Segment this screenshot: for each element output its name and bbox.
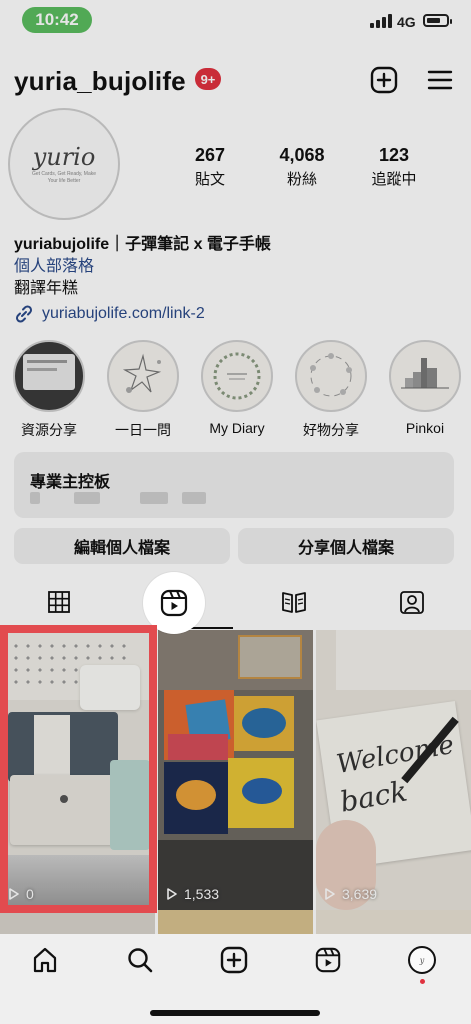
bio-link-text: yuriabujolife.com/link-2 [42, 305, 205, 322]
highlight-label: Pinkoi [405, 420, 445, 436]
reel-views-count: 3,639 [342, 886, 378, 902]
home-indicator[interactable] [150, 1010, 320, 1016]
bio-name: yuriabujolife｜子彈筆記 x 電子手帳 [14, 236, 271, 253]
create-post-icon[interactable] [368, 64, 400, 96]
reel-thumbnail[interactable] [316, 910, 471, 934]
profile-username[interactable]: yuria_bujolife [14, 66, 186, 97]
create-icon [220, 946, 248, 974]
nav-search[interactable] [120, 944, 160, 976]
highlight-pinkoi[interactable]: Pinkoi [385, 340, 465, 436]
profile-avatar[interactable]: yurio Get Cards, Get Ready, Make Your li… [8, 108, 120, 220]
dashboard-blurred-text [30, 492, 40, 504]
grid-icon [47, 591, 70, 613]
home-icon [33, 947, 57, 973]
tab-guides[interactable] [235, 576, 352, 628]
highlight-daily-question[interactable]: 一日一問 [103, 340, 183, 440]
highlight-cover [107, 340, 179, 412]
avatar-logo: yurio [32, 143, 96, 171]
highlight-my-diary[interactable]: My Diary [197, 340, 277, 436]
bio-category: 個人部落格 [14, 258, 95, 275]
dashboard-blurred-text [182, 492, 206, 504]
highlighted-reel-frame [0, 625, 157, 913]
bio-link[interactable]: yuriabujolife.com/link-2 [14, 304, 205, 324]
reels-icon [160, 589, 188, 617]
highlight-good-items[interactable]: 好物分享 [291, 340, 371, 440]
dashboard-blurred-text [140, 492, 168, 504]
tab-posts-grid[interactable] [0, 576, 117, 628]
link-icon [15, 305, 33, 323]
reel-thumbnail[interactable] [0, 910, 155, 934]
highlight-resources[interactable]: 資源分享 [9, 340, 89, 440]
profile-avatar-small: y [408, 946, 436, 974]
bio-text: 翻譯年糕 [14, 280, 79, 297]
highlight-label: 好物分享 [303, 422, 359, 438]
signal-icon [370, 14, 394, 28]
profile-notification-dot [420, 979, 425, 984]
avatar-tagline: Get Cards, Get Ready, Make Your life Bet… [31, 171, 97, 184]
reel-views-count: 1,533 [184, 886, 220, 902]
share-profile-button[interactable]: 分享個人檔案 [238, 528, 454, 564]
dashboard-title: 專業主控板 [30, 474, 111, 491]
stat-followers-value: 4,068 [279, 145, 325, 165]
stat-followers-label: 粉絲 [286, 171, 317, 188]
professional-dashboard[interactable]: 專業主控板 [14, 452, 454, 518]
play-icon [325, 888, 335, 900]
reels-icon [315, 947, 341, 973]
reel-views: 1,533 [166, 886, 219, 902]
dashboard-blurred-text [74, 492, 100, 504]
tagged-icon [399, 591, 424, 614]
nav-home[interactable] [25, 944, 65, 976]
stat-following-label: 追蹤中 [371, 171, 417, 188]
highlight-cover [389, 340, 461, 412]
nav-create[interactable] [214, 944, 254, 976]
highlight-label: 一日一問 [115, 422, 171, 438]
play-icon [167, 888, 177, 900]
stat-following-value: 123 [378, 145, 410, 165]
highlight-cover [295, 340, 367, 412]
stat-posts[interactable]: 267 貼文 [160, 145, 260, 189]
battery-icon [423, 14, 452, 27]
tab-tagged[interactable] [353, 576, 470, 628]
highlight-cover [201, 340, 273, 412]
reel-views: 3,639 [324, 886, 377, 902]
stat-following[interactable]: 123 追蹤中 [344, 145, 444, 189]
reel-thumbnail[interactable]: Welcome back 3,639 [316, 630, 471, 910]
nav-reels[interactable] [308, 944, 348, 976]
reel-thumbnail[interactable]: 1,533 [158, 630, 313, 910]
nav-profile[interactable]: y [402, 944, 442, 976]
status-bar: 10:42 4G [0, 0, 471, 44]
stat-posts-label: 貼文 [194, 171, 225, 188]
stat-followers[interactable]: 4,068 粉絲 [252, 145, 352, 189]
highlight-label: My Diary [209, 420, 265, 436]
edit-profile-button[interactable]: 編輯個人檔案 [14, 528, 230, 564]
network-label: 4G [397, 14, 416, 30]
highlight-cover [13, 340, 85, 412]
stat-posts-value: 267 [194, 145, 226, 165]
status-time: 10:42 [22, 7, 92, 33]
notification-badge[interactable]: 9+ [195, 68, 221, 90]
guide-icon [281, 592, 306, 613]
highlight-label: 資源分享 [21, 422, 77, 438]
reel-thumbnail[interactable] [158, 910, 313, 934]
search-icon [128, 948, 153, 973]
menu-icon[interactable] [424, 64, 456, 96]
